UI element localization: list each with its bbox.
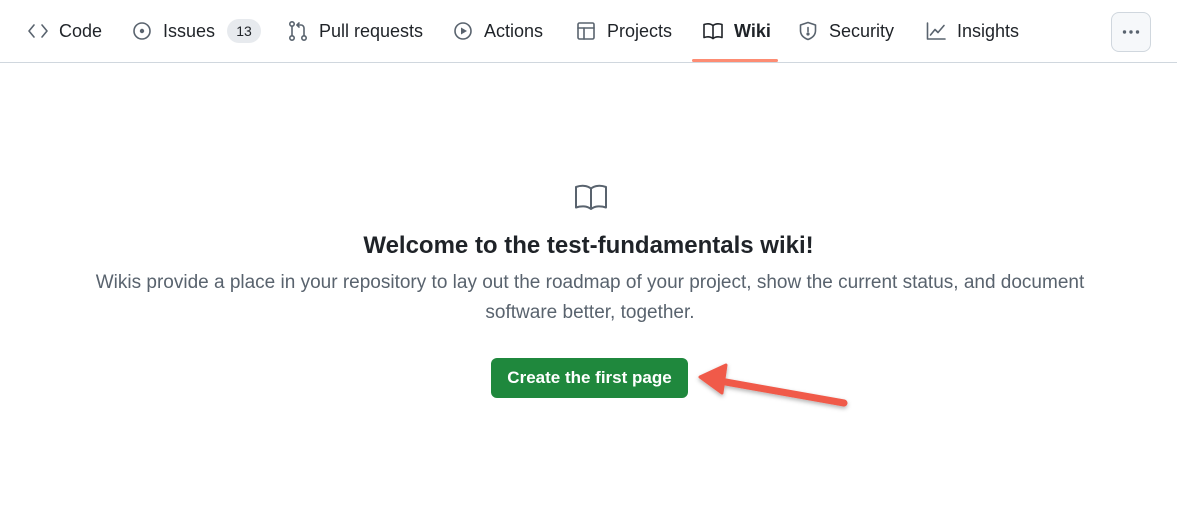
blankslate-description: Wikis provide a place in your repository… — [95, 272, 1085, 323]
tab-issues[interactable]: Issues 13 — [131, 0, 262, 62]
tab-actions-label: Actions — [484, 20, 544, 41]
tab-insights[interactable]: Insights — [925, 0, 1019, 62]
repo-nav-tabs: Code Issues 13 Pull requests Actions Pro… — [0, 0, 1177, 63]
arrow-icon — [698, 363, 848, 407]
table-icon — [575, 20, 597, 42]
tab-code-label: Code — [59, 20, 103, 41]
issue-opened-icon — [131, 20, 153, 42]
git-pull-request-icon — [287, 20, 309, 42]
tab-projects-label: Projects — [607, 20, 673, 41]
issues-count-badge: 13 — [227, 19, 262, 43]
tab-wiki[interactable]: Wiki — [702, 0, 771, 62]
tab-pull-requests[interactable]: Pull requests — [287, 0, 423, 62]
tab-issues-label: Issues — [163, 20, 216, 41]
code-icon — [27, 20, 49, 42]
book-icon — [702, 20, 724, 42]
shield-icon — [797, 20, 819, 42]
selected-tab-underline — [692, 59, 778, 62]
tab-insights-label: Insights — [957, 20, 1020, 41]
more-tabs-button[interactable] — [1111, 12, 1151, 52]
book-icon — [574, 183, 608, 211]
tab-wiki-label: Wiki — [734, 20, 771, 41]
tab-code[interactable]: Code — [27, 0, 102, 62]
create-first-page-button[interactable]: Create the first page — [491, 358, 688, 398]
graph-icon — [925, 20, 947, 42]
play-icon — [452, 20, 474, 42]
tab-projects[interactable]: Projects — [575, 0, 672, 62]
tab-security[interactable]: Security — [797, 0, 894, 62]
tab-pull-requests-label: Pull requests — [319, 20, 424, 41]
tab-security-label: Security — [829, 20, 895, 41]
kebab-horizontal-icon — [1120, 21, 1142, 43]
tab-actions[interactable]: Actions — [452, 0, 543, 62]
blankslate-title: Welcome to the test-fundamentals wiki! — [363, 232, 814, 259]
